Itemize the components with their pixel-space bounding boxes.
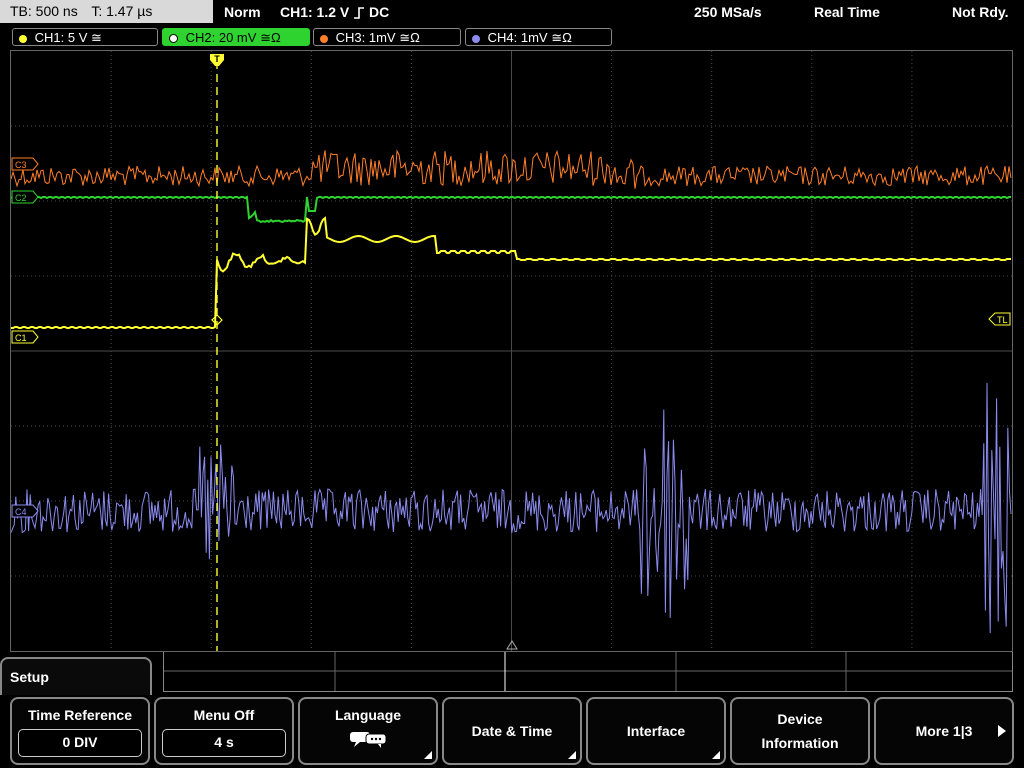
trigger-mode[interactable]: Norm bbox=[224, 2, 261, 22]
ch1-offset-marker[interactable]: C1 bbox=[11, 330, 39, 344]
timebase-value: TB: 500 ns bbox=[10, 3, 78, 19]
trigger-position-icon[interactable]: T bbox=[210, 54, 224, 66]
ch4-label: CH4: 1mV bbox=[487, 30, 548, 45]
channel-2-tab[interactable]: CH2: 20 mV ≅Ω bbox=[162, 28, 310, 46]
trigger-level-icon[interactable]: TL bbox=[988, 312, 1011, 326]
device-information-button[interactable]: Device Information bbox=[730, 697, 870, 765]
device-info-label-line1: Device bbox=[777, 711, 823, 727]
interface-button[interactable]: Interface bbox=[586, 697, 726, 765]
ch3-dot-icon bbox=[320, 34, 328, 43]
time-reference-button[interactable]: Time Reference 0 DIV bbox=[10, 697, 150, 765]
interface-label: Interface bbox=[626, 723, 686, 739]
menu-off-value: 4 s bbox=[162, 729, 286, 757]
ch4-marker-label: C4 bbox=[15, 507, 27, 517]
ch3-label: CH3: 1mV bbox=[335, 30, 396, 45]
trigger-level-label: TL bbox=[997, 315, 1008, 325]
submenu-corner-icon bbox=[568, 751, 576, 759]
language-label: Language bbox=[334, 707, 402, 723]
time-reference-value: 0 DIV bbox=[18, 729, 142, 757]
sample-rate[interactable]: 250 MSa/s bbox=[694, 2, 762, 22]
channel-bar: CH1: 5 V ≅ CH2: 20 mV ≅Ω CH3: 1mV ≅Ω CH4… bbox=[0, 26, 1024, 48]
language-button[interactable]: Language bbox=[298, 697, 438, 765]
acquisition-mode[interactable]: Real Time bbox=[814, 2, 880, 22]
ch1-coupling: ≅ bbox=[91, 30, 102, 45]
ch3-offset-marker[interactable]: C3 bbox=[11, 157, 39, 171]
overview-grid bbox=[164, 652, 1012, 691]
more-button[interactable]: More 1|3 bbox=[874, 697, 1014, 765]
submenu-corner-icon bbox=[712, 751, 720, 759]
time-reference-label: Time Reference bbox=[27, 707, 132, 723]
menu-title: Setup bbox=[10, 669, 49, 685]
trigger-time-value: T: 1.47 µs bbox=[91, 3, 153, 19]
date-time-button[interactable]: Date & Time bbox=[442, 697, 582, 765]
ch2-label: CH2: 20 mV bbox=[185, 30, 257, 45]
menu-title-tab: Setup bbox=[0, 657, 152, 695]
rising-edge-icon bbox=[354, 7, 365, 20]
arrow-right-icon bbox=[998, 725, 1006, 737]
menu-off-button[interactable]: Menu Off 4 s bbox=[154, 697, 294, 765]
submenu-corner-icon bbox=[424, 751, 432, 759]
trigger-coupling: DC bbox=[369, 4, 390, 20]
graticule bbox=[11, 51, 1012, 651]
trigger-source[interactable]: CH1: 1.2 V DC bbox=[280, 2, 389, 22]
trigger-source-label: CH1: 1.2 V bbox=[280, 4, 350, 20]
ch2-marker-label: C2 bbox=[15, 193, 27, 203]
svg-text:T: T bbox=[214, 54, 220, 64]
ready-status: Not Rdy. bbox=[952, 4, 1009, 20]
ch2-dot-icon bbox=[169, 34, 178, 44]
ch4-dot-icon bbox=[472, 34, 480, 43]
more-label: More 1|3 bbox=[915, 723, 973, 739]
menu-off-label: Menu Off bbox=[193, 707, 255, 723]
device-info-label-line2: Information bbox=[761, 735, 839, 751]
date-time-label: Date & Time bbox=[471, 723, 553, 739]
ch1-label: CH1: 5 V bbox=[34, 30, 88, 45]
waveform-svg: T C3 C2 C1 C4 TL bbox=[11, 51, 1012, 651]
ch2-coupling: ≅Ω bbox=[260, 30, 281, 45]
ch1-dot-icon bbox=[19, 34, 27, 43]
ch4-offset-marker[interactable]: C4 bbox=[11, 504, 39, 518]
ch4-coupling: ≅Ω bbox=[551, 30, 572, 45]
timebase-box[interactable]: TB: 500 ns T: 1.47 µs bbox=[0, 0, 213, 23]
ch1-marker-label: C1 bbox=[15, 333, 27, 343]
ch2-offset-marker[interactable]: C2 bbox=[11, 190, 39, 204]
overview-strip bbox=[163, 652, 1013, 692]
ch3-coupling: ≅Ω bbox=[399, 30, 420, 45]
status-bar: TB: 500 ns T: 1.47 µs Norm CH1: 1.2 V DC… bbox=[0, 0, 1024, 25]
channel-1-tab[interactable]: CH1: 5 V ≅ bbox=[12, 28, 158, 46]
speech-bubble-icon bbox=[350, 732, 387, 748]
channel-3-tab[interactable]: CH3: 1mV ≅Ω bbox=[313, 28, 461, 46]
ch3-marker-label: C3 bbox=[15, 160, 27, 170]
channel-4-tab[interactable]: CH4: 1mV ≅Ω bbox=[465, 28, 612, 46]
waveform-display[interactable]: T C3 C2 C1 C4 TL bbox=[10, 50, 1013, 652]
